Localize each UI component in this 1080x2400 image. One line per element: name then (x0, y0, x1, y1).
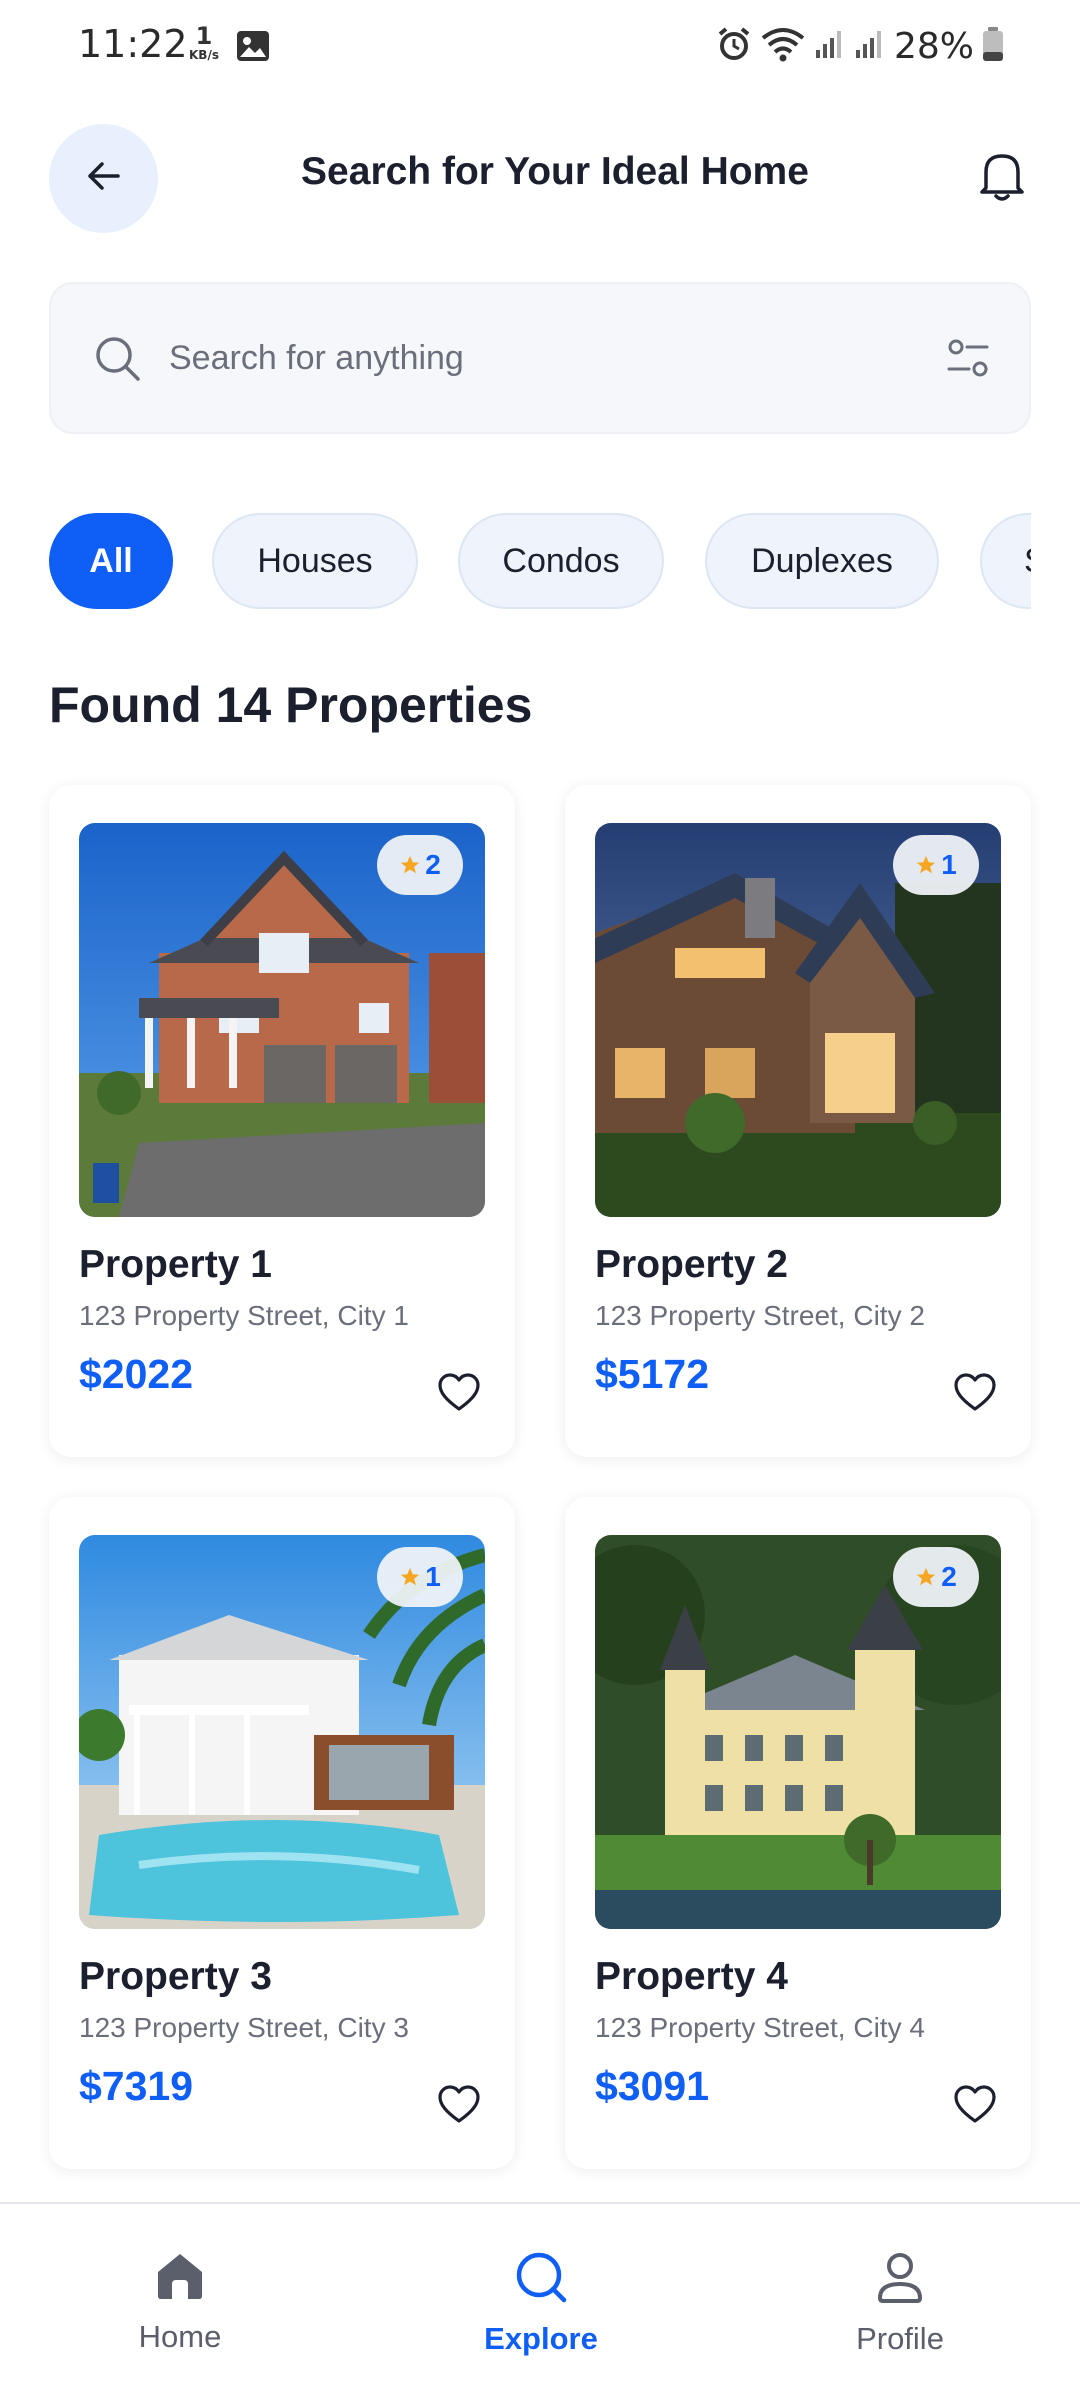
rating-badge: 2 (377, 835, 463, 895)
property-image: 2 (595, 1535, 1001, 1929)
property-name: Property 4 (595, 1955, 788, 1998)
nav-profile[interactable]: Profile (800, 2250, 1000, 2357)
status-bar: 11:22 1 KB/s 28% (0, 0, 1080, 92)
property-card[interactable]: 1 Property 3 123 Property Street, City 3… (49, 1497, 515, 2169)
bell-icon (976, 148, 1028, 209)
gallery-icon (236, 30, 270, 67)
results-title: Found 14 Properties (49, 677, 533, 733)
chip-more[interactable]: S (980, 513, 1031, 609)
property-name: Property 2 (595, 1243, 788, 1286)
status-icons: 28% (716, 22, 1004, 70)
rating-value: 1 (425, 1561, 441, 1592)
status-time: 11:22 (78, 22, 188, 66)
page-title: Search for Your Ideal Home (301, 150, 809, 193)
arrow-left-icon (84, 156, 124, 201)
property-image: 2 (79, 823, 485, 1217)
filter-icon[interactable] (947, 338, 989, 383)
property-address: 123 Property Street, City 2 (595, 1300, 925, 1331)
chip-houses[interactable]: Houses (212, 513, 418, 609)
network-speed: 1 KB/s (184, 24, 224, 62)
property-card[interactable]: 2 Property 1 123 Property Street, City 1… (49, 785, 515, 1457)
heart-icon (953, 1372, 997, 1418)
rating-badge: 1 (377, 1547, 463, 1607)
property-name: Property 1 (79, 1243, 272, 1286)
rating-value: 1 (941, 849, 957, 880)
search-icon (514, 2250, 568, 2309)
favorite-button[interactable] (435, 1371, 483, 1419)
signal-icon (854, 28, 886, 65)
star-icon (915, 1566, 937, 1588)
heart-icon (437, 1372, 481, 1418)
signal-icon (814, 28, 846, 65)
property-price: $7319 (79, 2063, 194, 2109)
property-address: 123 Property Street, City 3 (79, 2012, 409, 2043)
nav-label: Home (138, 2319, 222, 2354)
rating-badge: 1 (893, 835, 979, 895)
nav-explore[interactable]: Explore (441, 2250, 641, 2357)
battery-icon (982, 26, 1004, 67)
search-icon (93, 334, 143, 389)
wifi-icon (760, 26, 806, 67)
home-icon (154, 2250, 206, 2307)
property-card[interactable]: 2 Property 4 123 Property Street, City 4… (565, 1497, 1031, 2169)
nav-home[interactable]: Home (80, 2250, 280, 2355)
back-button[interactable] (49, 124, 158, 233)
property-image: 1 (79, 1535, 485, 1929)
property-price: $3091 (595, 2063, 710, 2109)
search-bar[interactable] (49, 282, 1031, 434)
chip-condos[interactable]: Condos (458, 513, 664, 609)
property-address: 123 Property Street, City 1 (79, 1300, 409, 1331)
property-image: 1 (595, 823, 1001, 1217)
nav-label: Explore (484, 2321, 598, 2356)
rating-value: 2 (425, 849, 441, 880)
search-input[interactable] (169, 328, 929, 388)
favorite-button[interactable] (435, 2083, 483, 2131)
star-icon (399, 1566, 421, 1588)
chip-duplexes[interactable]: Duplexes (705, 513, 939, 609)
rating-badge: 2 (893, 1547, 979, 1607)
user-icon (874, 2250, 926, 2309)
nav-label: Profile (856, 2321, 944, 2356)
favorite-button[interactable] (951, 2083, 999, 2131)
property-price: $2022 (79, 1351, 194, 1397)
property-address: 123 Property Street, City 4 (595, 2012, 925, 2043)
network-speed-unit: KB/s (189, 48, 219, 62)
property-card[interactable]: 1 Property 2 123 Property Street, City 2… (565, 785, 1031, 1457)
heart-icon (953, 2084, 997, 2130)
notification-button[interactable] (970, 146, 1034, 210)
favorite-button[interactable] (951, 1371, 999, 1419)
battery-percent: 28% (893, 25, 974, 67)
network-speed-value: 1 (195, 22, 213, 50)
chip-all[interactable]: All (49, 513, 173, 609)
star-icon (915, 854, 937, 876)
bottom-navigation: Home Explore Profile (0, 2202, 1080, 2400)
property-price: $5172 (595, 1351, 710, 1397)
star-icon (399, 854, 421, 876)
property-name: Property 3 (79, 1955, 272, 1998)
rating-value: 2 (941, 1561, 957, 1592)
heart-icon (437, 2084, 481, 2130)
category-filter: All Houses Condos Duplexes S (49, 513, 1031, 609)
alarm-icon (716, 26, 752, 67)
